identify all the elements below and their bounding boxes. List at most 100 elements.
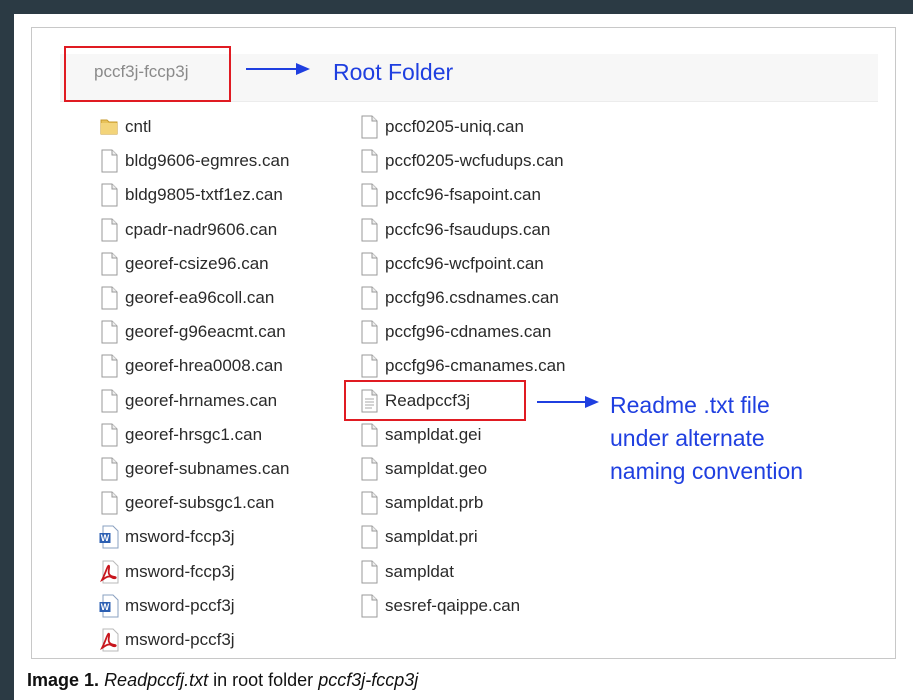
file-name: georef-hrsgc1.can (125, 424, 263, 444)
file-item[interactable]: sampldat.pri (359, 523, 478, 551)
file-item[interactable]: pccfg96.csdnames.can (359, 284, 559, 312)
file-name: pccfc96-wcfpoint.can (385, 253, 544, 273)
file-name: pccfc96-fsaudups.can (385, 219, 551, 239)
file-name: sampldat.prb (385, 493, 484, 513)
file-name: pccf0205-uniq.can (385, 117, 524, 136)
file-item[interactable]: sampldat.prb (359, 489, 483, 517)
folder-icon (99, 115, 119, 139)
file-item[interactable]: georef-g96eacmt.can (99, 318, 286, 346)
document-icon (99, 389, 119, 413)
document-icon (99, 218, 119, 242)
document-icon (359, 286, 379, 310)
file-item[interactable]: Wmsword-fccp3j (99, 523, 235, 551)
file-name: msword-fccp3j (125, 527, 235, 547)
document-icon (359, 252, 379, 276)
file-item[interactable]: cntl (99, 113, 151, 141)
file-item[interactable]: sampldat (359, 558, 454, 586)
file-item[interactable]: pccf0205-wcfudups.can (359, 147, 564, 175)
file-name: sampldat.pri (385, 527, 478, 547)
file-name: sampldat (385, 561, 454, 581)
file-item[interactable]: cpadr-nadr9606.can (99, 216, 277, 244)
file-name: georef-hrnames.can (125, 390, 278, 410)
file-item[interactable]: bldg9606-egmres.can (99, 147, 289, 175)
document-icon (359, 560, 379, 584)
readme-annotation-line-2: under alternate (610, 425, 765, 451)
file-name: georef-subsgc1.can (125, 493, 275, 513)
document-icon (99, 457, 119, 481)
document-icon (99, 252, 119, 276)
file-item[interactable]: georef-ea96coll.can (99, 284, 274, 312)
document-icon (359, 218, 379, 242)
document-icon (99, 286, 119, 310)
root-folder-name[interactable]: pccf3j-fccp3j (94, 62, 188, 82)
file-name: bldg9805-txtf1ez.can (125, 185, 283, 205)
svg-text:W: W (101, 533, 110, 543)
file-item[interactable]: sesref-qaippe.can (359, 592, 520, 620)
file-item[interactable]: georef-hrnames.can (99, 387, 277, 415)
figure-caption: Image 1. Readpccfj.txt in root folder pc… (27, 670, 418, 691)
word-doc-icon: W (99, 525, 119, 549)
file-name: sesref-qaippe.can (385, 595, 521, 615)
file-name: georef-ea96coll.can (125, 288, 275, 307)
file-item[interactable]: pccfc96-fsaudups.can (359, 216, 550, 244)
file-name: msword-pccf3j (125, 630, 235, 649)
document-icon (359, 115, 379, 139)
document-icon (99, 491, 119, 515)
file-name: sampldat.geo (385, 459, 488, 478)
pdf-icon (99, 628, 119, 652)
readme-highlight (344, 380, 526, 421)
document-icon (359, 423, 379, 447)
file-item[interactable]: pccfg96-cdnames.can (359, 318, 551, 346)
readme-annotation-line-1: Readme .txt file (610, 392, 770, 418)
caption-file: Readpccfj.txt (104, 670, 209, 690)
file-name: msword-pccf3j (125, 595, 235, 615)
file-item[interactable]: georef-hrsgc1.can (99, 421, 262, 449)
file-item[interactable]: pccfc96-wcfpoint.can (359, 250, 544, 278)
file-item[interactable]: georef-subsgc1.can (99, 489, 274, 517)
document-icon (359, 594, 379, 618)
file-name: georef-csize96.can (125, 253, 269, 273)
file-item[interactable]: pccfg96-cmanames.can (359, 352, 565, 380)
readme-annotation-line-3: naming convention (610, 458, 804, 484)
file-name: pccfc96-fsapoint.can (385, 185, 541, 205)
file-item[interactable]: pccf0205-uniq.can (359, 113, 524, 141)
file-item[interactable]: msword-pccf3j (99, 626, 235, 654)
caption-middle: in root folder (213, 670, 314, 690)
file-name: pccf0205-wcfudups.can (385, 151, 564, 171)
file-item[interactable]: sampldat.geo (359, 455, 487, 483)
file-item[interactable]: georef-csize96.can (99, 250, 269, 278)
caption-label: Image 1. (27, 670, 100, 690)
file-name: bldg9606-egmres.can (125, 151, 290, 171)
file-name: cpadr-nadr9606.can (125, 219, 278, 239)
file-item[interactable]: georef-hrea0008.can (99, 352, 283, 380)
document-icon (99, 149, 119, 173)
document-icon (99, 354, 119, 378)
document-icon (359, 491, 379, 515)
document-icon (359, 354, 379, 378)
file-name: georef-subnames.can (125, 459, 290, 478)
file-name: pccfg96-cmanames.can (385, 356, 566, 376)
file-name: pccfg96.csdnames.can (385, 288, 559, 307)
file-name: cntl (125, 117, 152, 136)
readme-arrow-icon (537, 396, 599, 408)
file-name: msword-fccp3j (125, 561, 235, 581)
document-icon (99, 423, 119, 447)
pdf-icon (99, 560, 119, 584)
file-item[interactable]: Wmsword-pccf3j (99, 592, 235, 620)
file-item[interactable]: msword-fccp3j (99, 558, 235, 586)
file-item[interactable]: georef-subnames.can (99, 455, 289, 483)
svg-text:W: W (101, 602, 110, 612)
document-icon (359, 320, 379, 344)
document-icon (99, 320, 119, 344)
file-item[interactable]: pccfc96-fsapoint.can (359, 181, 541, 209)
document-icon (359, 457, 379, 481)
file-item[interactable]: bldg9805-txtf1ez.can (99, 181, 283, 209)
file-name: georef-hrea0008.can (125, 356, 283, 376)
file-name: georef-g96eacmt.can (125, 322, 286, 342)
root-folder-annotation: Root Folder (333, 59, 454, 85)
word-doc-icon: W (99, 594, 119, 618)
document-icon (359, 149, 379, 173)
file-item[interactable]: sampldat.gei (359, 421, 481, 449)
caption-folder: pccf3j-fccp3j (318, 670, 419, 690)
file-name: sampldat.gei (385, 424, 482, 444)
